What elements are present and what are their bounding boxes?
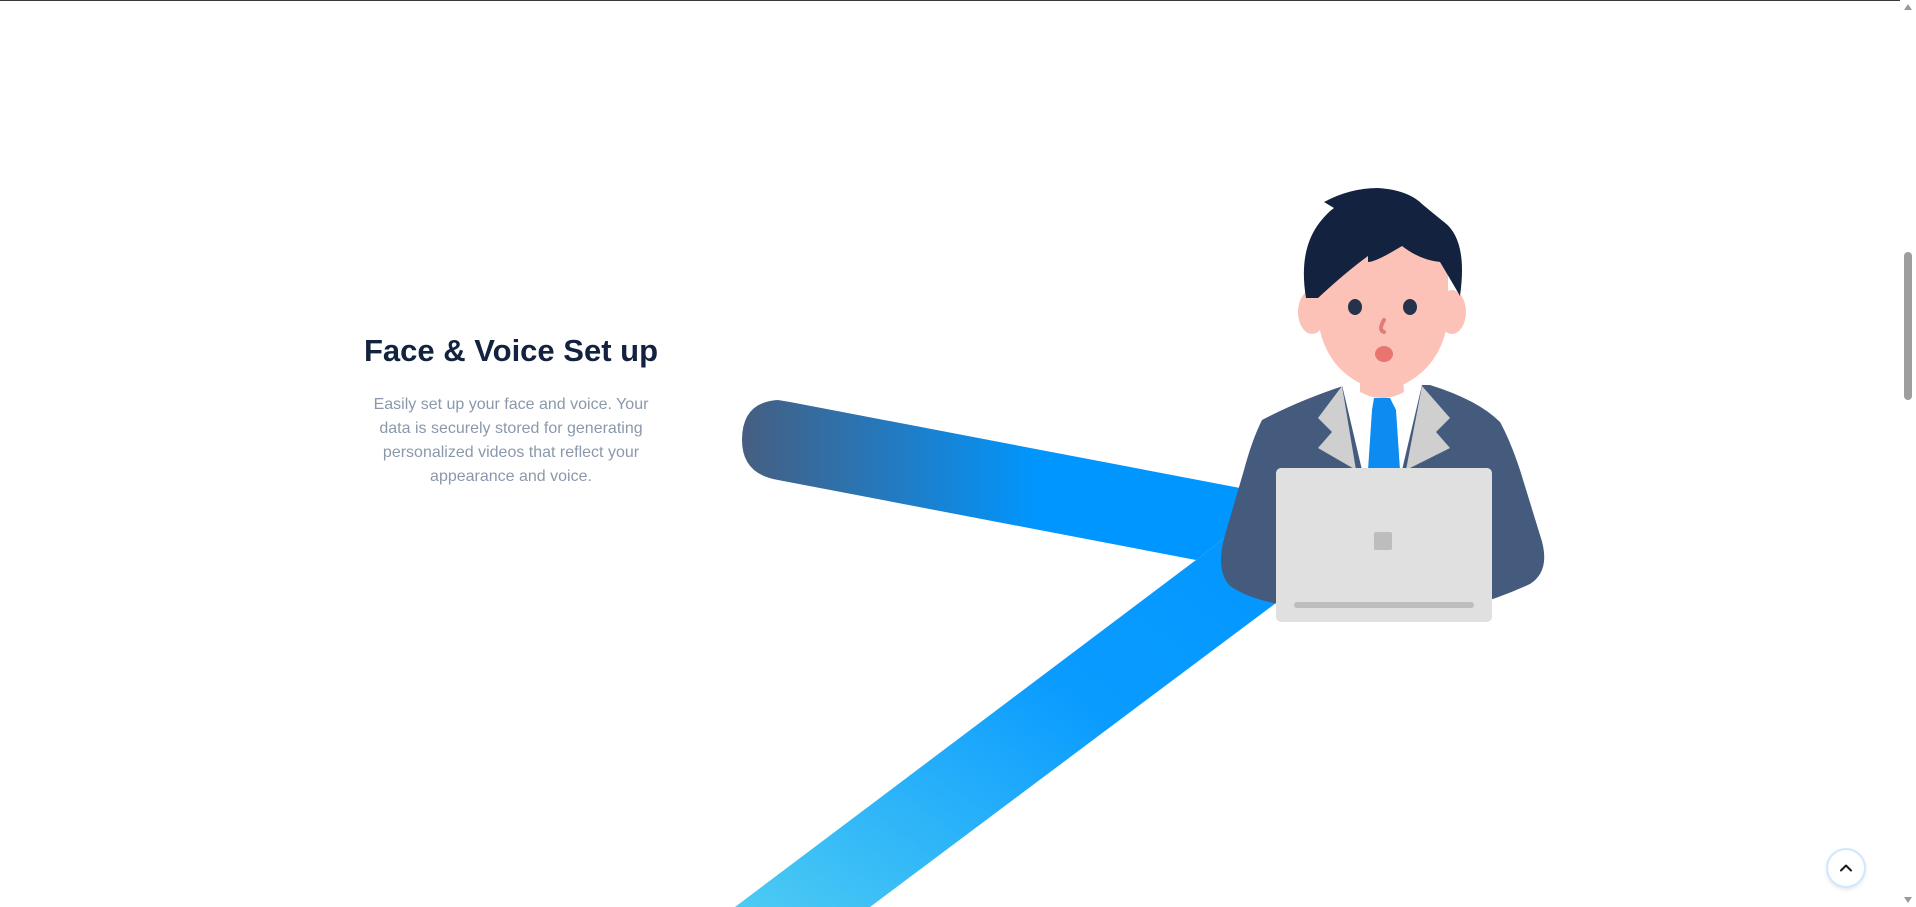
feature-block: Face & Voice Set up Easily set up your f… — [360, 327, 662, 489]
feature-title: Face & Voice Set up — [363, 333, 658, 368]
stripe-upper — [742, 400, 1280, 560]
person-illustration — [1221, 188, 1545, 622]
eye-right — [1403, 299, 1417, 315]
scroll-down-icon[interactable] — [1904, 897, 1912, 903]
scroll-thumb[interactable] — [1904, 252, 1912, 400]
laptop-base — [1294, 602, 1474, 608]
feature-description: Easily set up your face and voice. Your … — [373, 396, 649, 485]
back-to-top-button[interactable] — [1828, 850, 1864, 886]
tie — [1368, 398, 1400, 470]
chevron-up-icon — [1840, 864, 1852, 872]
hero-illustration — [735, 188, 1545, 907]
eye-left — [1348, 299, 1362, 315]
mouth — [1375, 346, 1393, 362]
page: Face & Voice Set up Easily set up your f… — [0, 0, 1916, 907]
scrollbar[interactable] — [1900, 0, 1916, 907]
scroll-up-icon[interactable] — [1904, 4, 1912, 10]
laptop-logo — [1374, 532, 1392, 550]
